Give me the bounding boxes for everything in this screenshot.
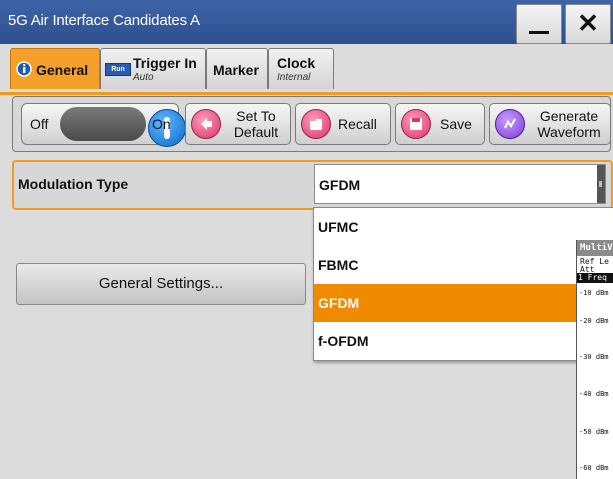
- set-to-default-button[interactable]: Set To Default: [185, 103, 291, 145]
- option-gfdm[interactable]: GFDM: [314, 284, 613, 322]
- tab-trigger-in[interactable]: Run Trigger In Auto: [100, 48, 206, 89]
- minimize-icon: [529, 31, 549, 34]
- save-icon: [401, 109, 431, 139]
- modulation-dropdown: UFMC FBMC GFDM f-OFDM: [313, 207, 613, 361]
- generate-waveform-label: Generate Waveform: [537, 108, 601, 140]
- tab-clock[interactable]: Clock Internal: [268, 48, 334, 89]
- tab-general-label: General: [36, 62, 89, 78]
- save-button[interactable]: Save: [395, 103, 485, 145]
- modulation-type-row: Modulation Type GFDM: [12, 160, 613, 210]
- run-icon: Run: [105, 63, 131, 76]
- option-f-ofdm[interactable]: f-OFDM: [314, 322, 613, 360]
- minimize-button[interactable]: [516, 4, 562, 44]
- toggle-on-label: On: [152, 116, 171, 132]
- app-window: 5G Air Interface Candidates A ✕ General …: [0, 0, 613, 479]
- toolbar: Off On Set To Default Recall Save Genera…: [12, 96, 611, 152]
- analyzer-freq-marker: 1 Freq: [577, 273, 613, 283]
- general-settings-button[interactable]: General Settings...: [16, 263, 306, 305]
- option-label: f-OFDM: [318, 333, 369, 349]
- tab-trigger-in-label: Trigger In: [133, 55, 197, 71]
- tab-general[interactable]: General: [10, 48, 100, 89]
- close-icon: ✕: [577, 8, 599, 38]
- db-level-label: -50 dBm: [579, 428, 609, 436]
- scroll-arrow-icon[interactable]: [597, 165, 605, 203]
- tab-clock-label: Clock: [277, 55, 316, 71]
- modulation-type-select[interactable]: GFDM: [314, 164, 606, 204]
- modulation-type-label: Modulation Type: [18, 176, 129, 192]
- save-label: Save: [440, 116, 472, 132]
- option-label: UFMC: [318, 219, 359, 235]
- window-title: 5G Air Interface Candidates A: [8, 12, 200, 29]
- generate-waveform-button[interactable]: Generate Waveform: [489, 103, 611, 145]
- modulation-type-value: GFDM: [319, 177, 361, 193]
- tab-bar: General Run Trigger In Auto Marker Clock…: [0, 44, 613, 94]
- db-level-label: -30 dBm: [579, 353, 609, 361]
- spectrum-analyzer-panel: MultiV Ref Le Att 1 Freq -10 dBm -20 dBm…: [576, 240, 613, 479]
- folder-icon: [301, 109, 331, 139]
- tab-marker[interactable]: Marker: [206, 48, 268, 89]
- back-arrow-icon: [191, 109, 221, 139]
- db-level-label: -10 dBm: [579, 289, 609, 297]
- option-label: FBMC: [318, 257, 359, 273]
- tab-marker-label: Marker: [213, 62, 259, 78]
- toggle-track[interactable]: [60, 107, 186, 147]
- db-level-label: -40 dBm: [579, 390, 609, 398]
- title-bar: 5G Air Interface Candidates A ✕: [0, 0, 613, 45]
- analyzer-title: MultiV: [577, 240, 613, 256]
- waveform-icon: [495, 109, 525, 139]
- state-toggle[interactable]: Off On: [21, 103, 186, 147]
- tab-trigger-in-sub: Auto: [133, 72, 154, 83]
- recall-label: Recall: [338, 116, 377, 132]
- tab-underline: [0, 92, 613, 95]
- db-level-label: -20 dBm: [579, 317, 609, 325]
- recall-button[interactable]: Recall: [295, 103, 391, 145]
- close-button[interactable]: ✕: [565, 4, 611, 44]
- set-to-default-label: Set To Default: [233, 108, 279, 140]
- db-level-label: -60 dBm: [579, 464, 609, 472]
- option-label: GFDM: [318, 295, 360, 311]
- tab-clock-sub: Internal: [277, 72, 311, 83]
- info-icon: [16, 61, 32, 77]
- option-fbmc[interactable]: FBMC: [314, 246, 613, 284]
- option-ufmc[interactable]: UFMC: [314, 208, 613, 246]
- toggle-off-label: Off: [30, 116, 49, 132]
